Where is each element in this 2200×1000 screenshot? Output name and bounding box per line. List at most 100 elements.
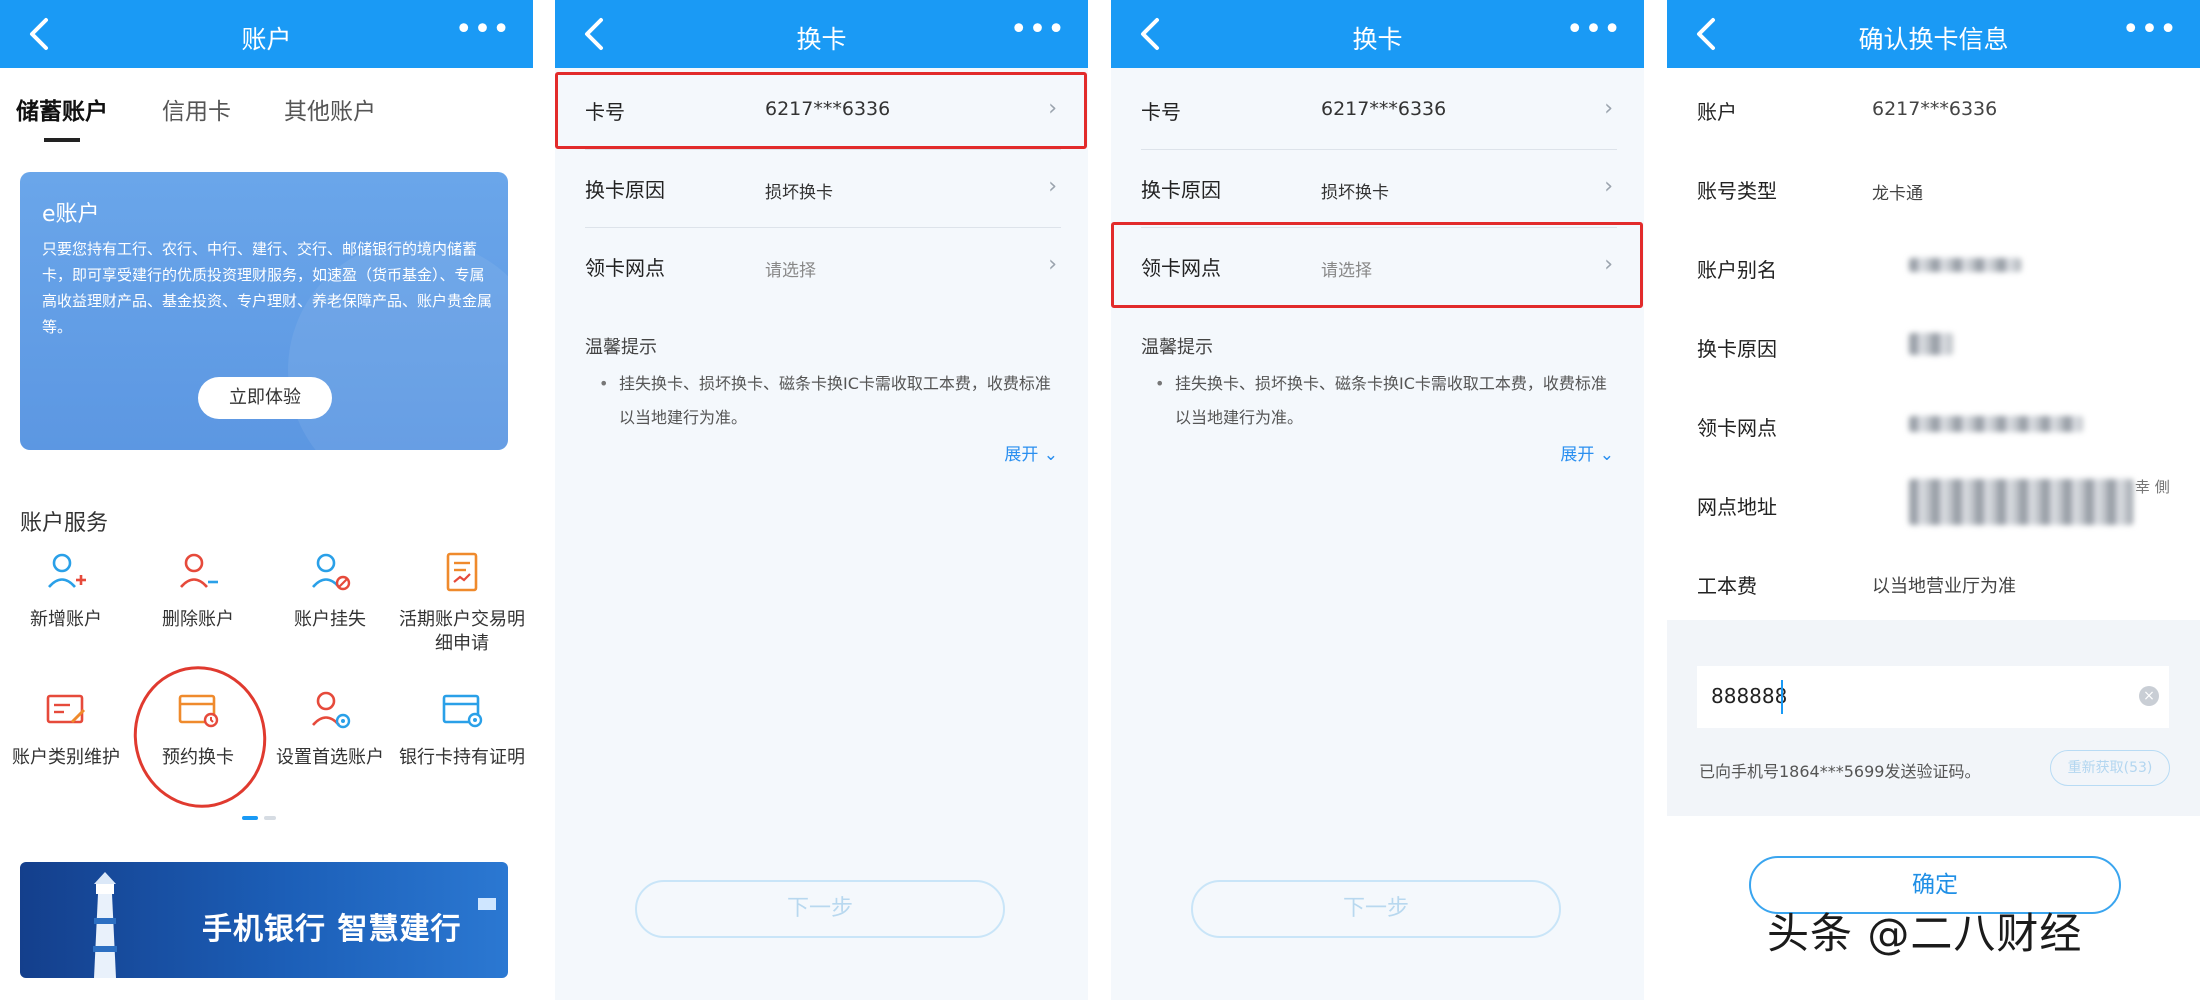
- service-account-type-maintenance[interactable]: 账户类别维护: [0, 688, 132, 770]
- row-label: 领卡网点: [1697, 416, 1777, 440]
- pickup-branch-highlight-box: [1111, 222, 1643, 308]
- tips-heading: 温馨提示: [585, 337, 657, 358]
- address-fragment: 幸 側: [2135, 478, 2170, 496]
- verification-code-input[interactable]: 888888 ×: [1697, 666, 2169, 728]
- clear-input-icon[interactable]: ×: [2139, 686, 2159, 706]
- service-statement-request[interactable]: 活期账户交易明细申请: [396, 550, 528, 656]
- blurred-value: [1909, 258, 2021, 272]
- service-remove-account[interactable]: 删除账户: [132, 550, 264, 632]
- banner-badge: [478, 898, 496, 910]
- service-add-account[interactable]: 新增账户: [0, 550, 132, 632]
- more-menu-icon[interactable]: •••: [1010, 15, 1066, 45]
- tips-heading: 温馨提示: [1141, 337, 1213, 358]
- expand-link[interactable]: 展开 ⌄: [1004, 440, 1058, 465]
- next-step-button[interactable]: 下一步: [635, 880, 1005, 938]
- account-value: 6217***6336: [1872, 98, 1998, 120]
- replace-reason-row: 换卡原因: [1697, 309, 2173, 388]
- try-now-button[interactable]: 立即体验: [198, 377, 332, 419]
- confirm-replacement-screen: 确认换卡信息 ••• 账户 6217***6336 账号类型 龙卡通 账户别名 …: [1667, 0, 2200, 1000]
- blurred-value: [1909, 333, 1953, 355]
- account-tabs: 储蓄账户 信用卡 其他账户: [16, 88, 516, 144]
- top-bar: 确认换卡信息 •••: [1667, 0, 2200, 68]
- service-label: 设置首选账户: [276, 747, 384, 768]
- replace-reason-row[interactable]: 换卡原因 损坏换卡 ›: [1141, 150, 1617, 228]
- statement-request-icon: [446, 552, 478, 592]
- e-account-title: e账户: [42, 202, 100, 227]
- page-dot-active: [242, 816, 258, 820]
- verification-section: 888888 × 已向手机号1864***5699发送验证码。 重新获取(53): [1667, 620, 2200, 816]
- blurred-value: [1909, 479, 2133, 525]
- service-card-certificate[interactable]: 银行卡持有证明: [396, 688, 528, 770]
- text-cursor: [1781, 680, 1783, 714]
- more-menu-icon[interactable]: •••: [1566, 15, 1622, 45]
- chevron-right-icon: ›: [1604, 96, 1613, 121]
- banner-slogan: 手机银行 智慧建行: [202, 912, 462, 947]
- row-label: 换卡原因: [1697, 337, 1777, 361]
- page-dot: [264, 816, 276, 820]
- preferred-account-icon: [312, 691, 351, 729]
- pickup-branch-row[interactable]: 领卡网点 请选择 ›: [585, 228, 1061, 306]
- service-label: 账户挂失: [294, 609, 366, 630]
- account-alias-row: 账户别名: [1697, 230, 2173, 309]
- card-certificate-icon: [442, 694, 483, 728]
- service-label: 删除账户: [162, 609, 234, 630]
- expand-label: 展开: [1004, 445, 1039, 465]
- branch-address-row: 网点地址 幸 側: [1697, 467, 2173, 546]
- replace-reason-value: 损坏换卡: [1321, 183, 1389, 203]
- expand-link[interactable]: 展开 ⌄: [1560, 440, 1614, 465]
- tab-credit-card[interactable]: 信用卡: [162, 92, 231, 126]
- accounts-screen: 账户 ••• 储蓄账户 信用卡 其他账户 e账户 只要您持有工行、农行、中行、建…: [0, 0, 533, 1000]
- lighthouse-icon: [93, 872, 117, 978]
- verification-code-value: 888888: [1711, 684, 1788, 708]
- active-tab-indicator: [44, 138, 80, 142]
- chevron-down-icon: ⌄: [1043, 445, 1058, 465]
- chevron-right-icon: ›: [1604, 174, 1613, 199]
- chevron-down-icon: ⌄: [1599, 445, 1614, 465]
- row-label: 账户别名: [1697, 258, 1777, 282]
- more-menu-icon[interactable]: •••: [455, 15, 511, 45]
- tips-text: 挂失换卡、损坏换卡、磁条卡换IC卡需收取工本费，收费标准以当地建行为准。: [599, 367, 1059, 435]
- service-label: 新增账户: [30, 609, 102, 630]
- account-services-heading: 账户服务: [20, 511, 109, 536]
- service-label: 银行卡持有证明: [399, 747, 525, 768]
- account-type-edit-icon: [46, 694, 86, 724]
- page-title: 确认换卡信息: [1858, 25, 2009, 54]
- blurred-value: [1909, 416, 2083, 432]
- page-title: 账户: [241, 25, 292, 54]
- expand-label: 展开: [1560, 445, 1595, 465]
- account-row: 账户 6217***6336: [1697, 72, 2173, 151]
- e-account-description: 只要您持有工行、农行、中行、建行、交行、邮储银行的境内储蓄卡，即可享受建行的优质…: [42, 240, 493, 336]
- e-account-card: e账户 只要您持有工行、农行、中行、建行、交行、邮储银行的境内储蓄卡，即可享受建…: [20, 172, 508, 450]
- row-label: 账户: [1697, 100, 1737, 124]
- more-menu-icon[interactable]: •••: [2122, 15, 2178, 45]
- next-step-button[interactable]: 下一步: [1191, 880, 1561, 938]
- row-label: 卡号: [1141, 100, 1181, 124]
- replace-reason-value: 损坏换卡: [765, 183, 833, 203]
- card-number-highlight-box: [555, 72, 1087, 149]
- confirmation-details: 账户 6217***6336 账号类型 龙卡通 账户别名 换卡原因 领卡网点 网…: [1697, 72, 2173, 625]
- top-bar: 账户 •••: [0, 0, 533, 68]
- promo-banner[interactable]: 手机银行 智慧建行: [20, 862, 508, 978]
- fee-value: 以当地营业厅为准: [1872, 576, 2016, 597]
- pickup-branch-row: 领卡网点: [1697, 388, 2173, 467]
- chevron-right-icon: ›: [1048, 252, 1057, 277]
- tab-other-accounts[interactable]: 其他账户: [284, 92, 376, 126]
- card-replacement-branch-screen: 换卡 ••• 卡号 6217***6336 › 换卡原因 损坏换卡 › 领卡网点…: [1111, 0, 1644, 1000]
- replace-reason-row[interactable]: 换卡原因 损坏换卡 ›: [585, 150, 1061, 228]
- tab-savings[interactable]: 储蓄账户: [16, 92, 108, 126]
- row-label: 工本费: [1697, 574, 1757, 598]
- top-bar: 换卡 •••: [555, 0, 1088, 68]
- service-report-loss[interactable]: 账户挂失: [264, 550, 396, 632]
- page-title: 换卡: [1352, 25, 1403, 54]
- add-account-icon: [48, 553, 86, 588]
- row-label: 换卡原因: [585, 178, 665, 202]
- top-bar: 换卡 •••: [1111, 0, 1644, 68]
- pickup-branch-value: 请选择: [765, 261, 816, 281]
- chevron-right-icon: ›: [1048, 174, 1057, 199]
- row-label: 换卡原因: [1141, 178, 1221, 202]
- resend-code-button[interactable]: 重新获取(53): [2050, 750, 2170, 786]
- card-number-row[interactable]: 卡号 6217***6336 ›: [1141, 72, 1617, 150]
- account-type-value: 龙卡通: [1872, 184, 1923, 204]
- service-label: 活期账户交易明细申请: [399, 609, 525, 654]
- service-preferred-account[interactable]: 设置首选账户: [264, 688, 396, 770]
